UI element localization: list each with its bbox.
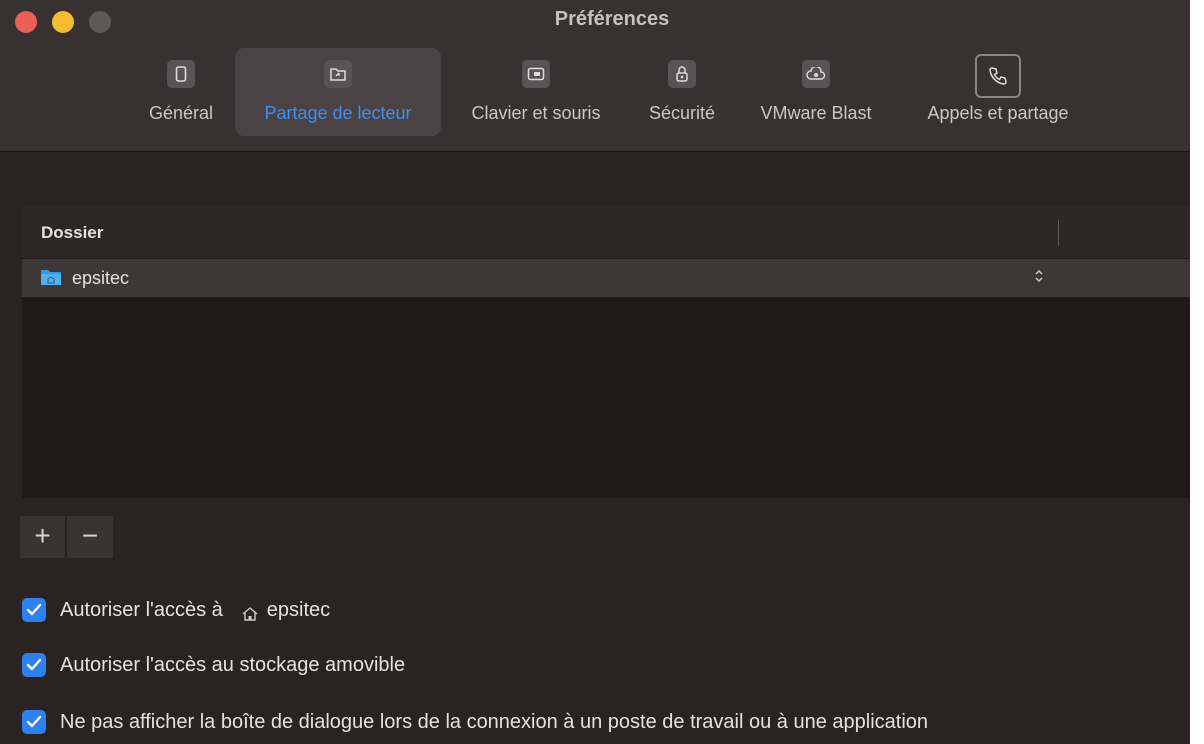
keyboard-icon xyxy=(522,60,550,88)
phone-icon xyxy=(975,54,1021,98)
home-folder-name: epsitec xyxy=(266,598,331,621)
toolbar: Préférences Général Partage de lecteur C… xyxy=(0,0,1190,152)
add-folder-button[interactable]: + xyxy=(20,516,66,558)
column-divider[interactable] xyxy=(1058,220,1059,246)
tab-label: VMware Blast xyxy=(760,103,872,123)
option-allow-folder-access[interactable]: Autoriser l'accès à epsitec xyxy=(22,595,330,625)
tab-label: Appels et partage xyxy=(927,103,1069,123)
checkbox-checked[interactable] xyxy=(22,653,46,677)
preferences-window: Préférences Général Partage de lecteur C… xyxy=(0,0,1190,744)
folder-table: Dossier epsitec xyxy=(22,206,1190,498)
checkbox-checked[interactable] xyxy=(22,710,46,734)
tab-label: Sécurité xyxy=(648,103,716,123)
lock-icon xyxy=(668,60,696,88)
cloud-eye-icon xyxy=(802,60,830,88)
remove-folder-button[interactable]: − xyxy=(67,516,113,558)
tab-general[interactable]: Général xyxy=(136,48,226,136)
tab-vmware-blast[interactable]: VMware Blast xyxy=(742,48,890,136)
table-row[interactable]: epsitec xyxy=(22,259,1190,297)
folder-name: epsitec xyxy=(72,268,130,288)
table-header: Dossier xyxy=(22,206,1190,258)
tab-label: Partage de lecteur xyxy=(264,103,412,123)
folder-icon xyxy=(40,267,62,292)
option-allow-removable-storage[interactable]: Autoriser l'accès au stockage amovible xyxy=(22,650,405,680)
tab-label: Général xyxy=(148,103,214,123)
option-label: Autoriser l'accès au stockage amovible xyxy=(60,653,406,676)
tab-security[interactable]: Sécurité xyxy=(636,48,728,136)
window-title: Préférences xyxy=(554,8,670,30)
chevron-up-down-icon[interactable] xyxy=(1034,268,1044,284)
tab-drive-sharing[interactable]: Partage de lecteur xyxy=(235,48,441,136)
tab-label: Clavier et souris xyxy=(471,103,601,123)
column-header-folder[interactable]: Dossier xyxy=(41,223,103,243)
device-icon xyxy=(167,60,195,88)
home-icon xyxy=(241,606,259,627)
option-label: Ne pas afficher la boîte de dialogue lor… xyxy=(60,710,929,733)
tab-keyboard-mouse[interactable]: Clavier et souris xyxy=(450,48,622,136)
checkbox-checked[interactable] xyxy=(22,598,46,622)
option-label: Autoriser l'accès à xyxy=(60,598,223,621)
folder-share-icon xyxy=(324,60,352,88)
tab-calls-sharing[interactable]: Appels et partage xyxy=(904,48,1092,136)
option-hide-connection-dialog[interactable]: Ne pas afficher la boîte de dialogue lor… xyxy=(22,707,928,737)
